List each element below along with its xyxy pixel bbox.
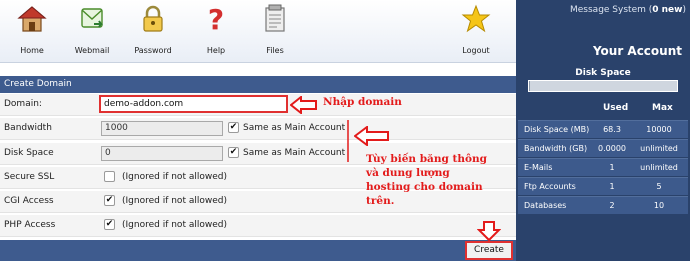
message-new-count: 0 new xyxy=(652,5,683,15)
home-label: Home xyxy=(20,46,44,55)
stat-name: Ftp Accounts xyxy=(524,182,576,191)
webmail-label: Webmail xyxy=(74,46,110,55)
files-label: Files xyxy=(266,46,284,55)
password-button[interactable]: Password xyxy=(121,4,185,60)
svg-text:?: ? xyxy=(208,4,224,34)
col-max-header: Max xyxy=(652,103,673,113)
diskspace-input[interactable]: 0 xyxy=(101,146,223,161)
home-icon xyxy=(17,6,47,32)
annotation-domain: Nhập domain xyxy=(323,96,402,108)
bandwidth-same-checkbox[interactable]: ✔ xyxy=(228,122,239,133)
disk-space-label: Disk Space xyxy=(575,68,631,78)
stat-used: 0.0000 xyxy=(598,144,626,153)
your-account-title: Your Account xyxy=(592,44,682,58)
disk-space-bar xyxy=(528,80,678,92)
stat-name: Databases xyxy=(524,201,567,210)
annotation-bandwidth-line2: và dung lượng xyxy=(366,167,450,179)
cgi-note: (Ignored if not allowed) xyxy=(122,196,227,206)
bandwidth-same-label: Same as Main Account xyxy=(243,123,346,133)
domain-input[interactable]: demo-addon.com xyxy=(99,95,288,113)
php-label: PHP Access xyxy=(4,220,56,230)
help-label: Help xyxy=(206,46,226,55)
stat-max: 10000 xyxy=(646,125,672,134)
php-note: (Ignored if not allowed) xyxy=(122,220,227,230)
annotation-bandwidth: Tùy biến băng thông và dung lượng hostin… xyxy=(366,152,506,208)
account-sidebar: Message System (0 new) Your Account Disk… xyxy=(516,0,690,261)
mail-icon xyxy=(81,8,103,28)
files-icon xyxy=(265,4,285,32)
stat-max: unlimited xyxy=(640,144,678,153)
bandwidth-label: Bandwidth xyxy=(4,123,52,133)
securessl-checkbox[interactable] xyxy=(104,171,115,182)
password-label: Password xyxy=(134,46,172,55)
annotation-bandwidth-line3: hosting cho domain xyxy=(366,181,483,193)
stat-name: E-Mails xyxy=(524,163,553,172)
message-system-label: Message System ( xyxy=(570,5,653,15)
diskspace-same-label: Same as Main Account xyxy=(243,148,346,158)
cgi-checkbox[interactable]: ✔ xyxy=(104,195,115,206)
stat-max: 5 xyxy=(656,182,662,191)
message-system-link[interactable]: Message System (0 new) xyxy=(570,5,686,15)
help-button[interactable]: ? Help xyxy=(184,3,248,60)
securessl-note: (Ignored if not allowed) xyxy=(122,172,227,182)
star-icon xyxy=(461,4,491,33)
annotation-arrow-down-icon xyxy=(477,221,501,241)
disk-space-fill xyxy=(529,81,530,91)
bandwidth-row: Bandwidth 1000 ✔ Same as Main Account xyxy=(0,118,516,140)
stat-max: 10 xyxy=(653,201,665,210)
domain-row: Domain: demo-addon.com xyxy=(0,94,516,116)
annotation-bandwidth-line1: Tùy biến băng thông xyxy=(366,153,487,165)
stat-max: unlimited xyxy=(640,163,678,172)
stat-used: 1 xyxy=(609,182,615,191)
logout-button[interactable]: Logout xyxy=(444,4,508,60)
lock-icon xyxy=(143,5,163,32)
stat-row: Ftp Accounts 1 5 xyxy=(518,177,688,195)
stat-name: Bandwidth (GB) xyxy=(524,144,588,153)
files-button[interactable]: Files xyxy=(243,4,307,60)
diskspace-same-checkbox[interactable]: ✔ xyxy=(228,147,239,158)
annotation-bracket-icon xyxy=(347,120,349,162)
message-system-close: ) xyxy=(682,5,686,15)
php-checkbox[interactable]: ✔ xyxy=(104,219,115,230)
stat-used: 1 xyxy=(609,163,615,172)
php-row: PHP Access ✔ (Ignored if not allowed) xyxy=(0,215,516,237)
cgi-label: CGI Access xyxy=(4,196,54,206)
webmail-button[interactable]: Webmail xyxy=(60,4,124,60)
home-button[interactable]: Home xyxy=(0,4,64,60)
annotation-arrow-left-icon xyxy=(290,96,317,114)
stat-row: Bandwidth (GB) 0.0000 unlimited xyxy=(518,139,688,157)
create-domain-header: Create Domain xyxy=(0,76,516,93)
top-toolbar: Home Webmail Password ? Help Files Logou… xyxy=(0,0,516,63)
form-footer-bar xyxy=(0,240,516,261)
bandwidth-input[interactable]: 1000 xyxy=(101,121,223,136)
stat-row: Disk Space (MB) 68.3 10000 xyxy=(518,120,688,138)
col-used-header: Used xyxy=(603,103,629,113)
annotation-bandwidth-line4: trên. xyxy=(366,195,395,207)
diskspace-label: Disk Space xyxy=(4,148,54,158)
stat-row: E-Mails 1 unlimited xyxy=(518,158,688,176)
stat-used: 68.3 xyxy=(603,125,621,134)
domain-label: Domain: xyxy=(4,99,42,109)
stat-used: 2 xyxy=(609,201,615,210)
annotation-arrow-left-icon xyxy=(354,126,389,146)
securessl-label: Secure SSL xyxy=(4,172,55,182)
create-button[interactable]: Create xyxy=(465,241,513,260)
stat-row: Databases 2 10 xyxy=(518,196,688,214)
stat-name: Disk Space (MB) xyxy=(524,125,590,134)
logout-label: Logout xyxy=(462,46,490,55)
help-icon: ? xyxy=(208,3,224,36)
